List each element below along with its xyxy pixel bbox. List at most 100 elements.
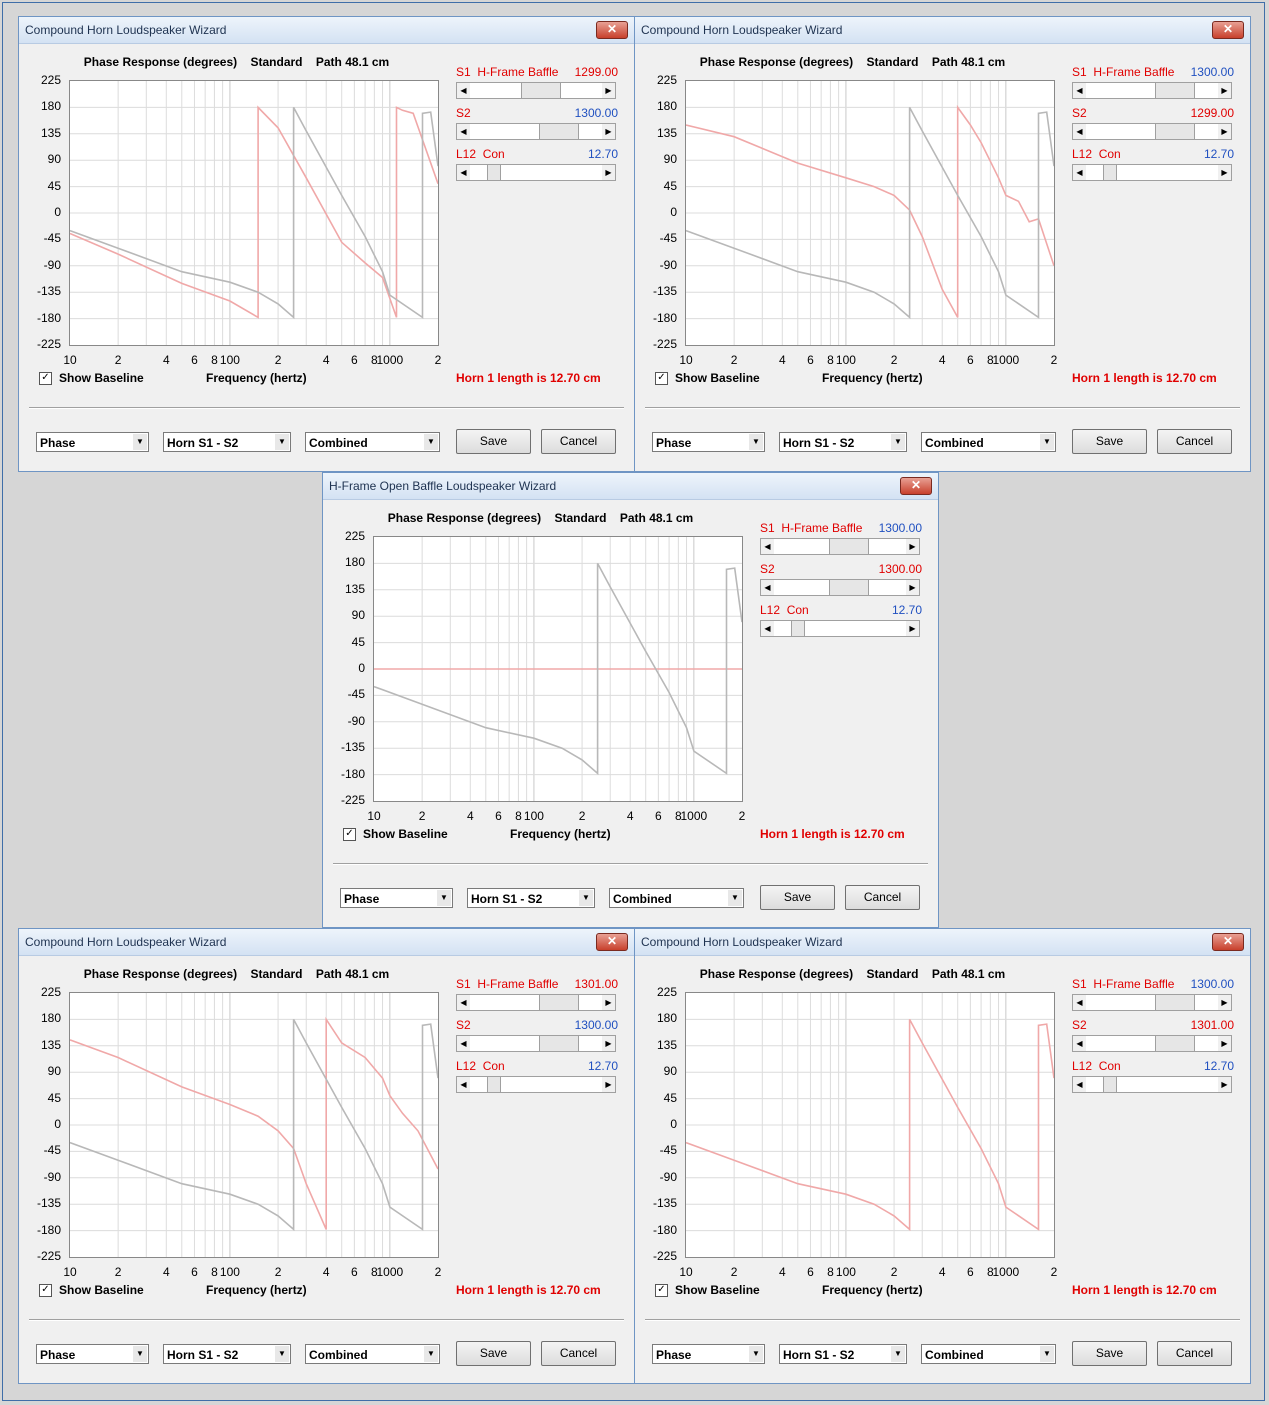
show-baseline-label[interactable]: Show Baseline — [675, 371, 760, 385]
cancel-button[interactable]: Cancel — [541, 1341, 616, 1366]
arrow-right-icon[interactable]: ▶ — [602, 995, 615, 1010]
s2-slider[interactable]: ◀ ▶ — [1072, 123, 1232, 140]
cancel-button[interactable]: Cancel — [1157, 429, 1232, 454]
chevron-down-icon[interactable]: ▼ — [1040, 434, 1054, 450]
arrow-right-icon[interactable]: ▶ — [1218, 165, 1231, 180]
arrow-right-icon[interactable]: ▶ — [602, 165, 615, 180]
arrow-right-icon[interactable]: ▶ — [1218, 995, 1231, 1010]
save-button[interactable]: Save — [456, 429, 531, 454]
chevron-down-icon[interactable]: ▼ — [437, 890, 451, 906]
close-button[interactable]: ✕ — [900, 477, 932, 495]
chevron-down-icon[interactable]: ▼ — [891, 1346, 905, 1362]
horn-dropdown[interactable]: Horn S1 - S2 ▼ — [163, 1344, 291, 1364]
s2-slider[interactable]: ◀ ▶ — [456, 123, 616, 140]
arrow-left-icon[interactable]: ◀ — [457, 165, 470, 180]
arrow-left-icon[interactable]: ◀ — [457, 83, 470, 98]
cancel-button[interactable]: Cancel — [1157, 1341, 1232, 1366]
s1-slider[interactable]: ◀ ▶ — [456, 994, 616, 1011]
slider-thumb[interactable] — [539, 1036, 579, 1051]
view-dropdown[interactable]: Phase ▼ — [340, 888, 453, 908]
l12-slider[interactable]: ◀ ▶ — [760, 620, 920, 637]
arrow-left-icon[interactable]: ◀ — [761, 580, 774, 595]
chevron-down-icon[interactable]: ▼ — [133, 1346, 147, 1362]
arrow-right-icon[interactable]: ▶ — [602, 1077, 615, 1092]
show-baseline-label[interactable]: Show Baseline — [675, 1283, 760, 1297]
l12-slider[interactable]: ◀ ▶ — [1072, 164, 1232, 181]
mode-dropdown[interactable]: Combined ▼ — [921, 1344, 1056, 1364]
view-dropdown[interactable]: Phase ▼ — [652, 432, 765, 452]
arrow-left-icon[interactable]: ◀ — [761, 621, 774, 636]
l12-slider[interactable]: ◀ ▶ — [1072, 1076, 1232, 1093]
chevron-down-icon[interactable]: ▼ — [749, 434, 763, 450]
slider-thumb[interactable] — [1155, 83, 1195, 98]
arrow-left-icon[interactable]: ◀ — [1073, 165, 1086, 180]
arrow-left-icon[interactable]: ◀ — [1073, 83, 1086, 98]
arrow-right-icon[interactable]: ▶ — [906, 621, 919, 636]
s1-slider[interactable]: ◀ ▶ — [1072, 82, 1232, 99]
horn-dropdown[interactable]: Horn S1 - S2 ▼ — [467, 888, 595, 908]
chevron-down-icon[interactable]: ▼ — [424, 1346, 438, 1362]
save-button[interactable]: Save — [760, 885, 835, 910]
arrow-left-icon[interactable]: ◀ — [1073, 1036, 1086, 1051]
slider-thumb[interactable] — [539, 995, 579, 1010]
show-baseline-checkbox[interactable]: ✓ — [655, 372, 668, 385]
arrow-right-icon[interactable]: ▶ — [1218, 1036, 1231, 1051]
arrow-right-icon[interactable]: ▶ — [906, 580, 919, 595]
view-dropdown[interactable]: Phase ▼ — [36, 1344, 149, 1364]
save-button[interactable]: Save — [456, 1341, 531, 1366]
s1-slider[interactable]: ◀ ▶ — [1072, 994, 1232, 1011]
close-button[interactable]: ✕ — [596, 21, 628, 39]
show-baseline-label[interactable]: Show Baseline — [59, 1283, 144, 1297]
s2-slider[interactable]: ◀ ▶ — [760, 579, 920, 596]
slider-thumb[interactable] — [520, 83, 561, 98]
arrow-right-icon[interactable]: ▶ — [1218, 124, 1231, 139]
chevron-down-icon[interactable]: ▼ — [891, 434, 905, 450]
chevron-down-icon[interactable]: ▼ — [579, 890, 593, 906]
slider-thumb[interactable] — [486, 1077, 501, 1092]
chevron-down-icon[interactable]: ▼ — [1040, 1346, 1054, 1362]
l12-slider[interactable]: ◀ ▶ — [456, 164, 616, 181]
horn-dropdown[interactable]: Horn S1 - S2 ▼ — [779, 1344, 907, 1364]
close-button[interactable]: ✕ — [1212, 21, 1244, 39]
view-dropdown[interactable]: Phase ▼ — [652, 1344, 765, 1364]
s2-slider[interactable]: ◀ ▶ — [456, 1035, 616, 1052]
arrow-left-icon[interactable]: ◀ — [1073, 1077, 1086, 1092]
arrow-right-icon[interactable]: ▶ — [1218, 1077, 1231, 1092]
slider-thumb[interactable] — [790, 621, 805, 636]
view-dropdown[interactable]: Phase ▼ — [36, 432, 149, 452]
arrow-right-icon[interactable]: ▶ — [906, 539, 919, 554]
arrow-right-icon[interactable]: ▶ — [1218, 83, 1231, 98]
chevron-down-icon[interactable]: ▼ — [133, 434, 147, 450]
slider-thumb[interactable] — [829, 580, 870, 595]
slider-thumb[interactable] — [829, 539, 870, 554]
show-baseline-checkbox[interactable]: ✓ — [39, 1284, 52, 1297]
arrow-left-icon[interactable]: ◀ — [457, 1036, 470, 1051]
chevron-down-icon[interactable]: ▼ — [728, 890, 742, 906]
chevron-down-icon[interactable]: ▼ — [749, 1346, 763, 1362]
arrow-left-icon[interactable]: ◀ — [457, 1077, 470, 1092]
arrow-left-icon[interactable]: ◀ — [761, 539, 774, 554]
slider-thumb[interactable] — [539, 124, 579, 139]
mode-dropdown[interactable]: Combined ▼ — [305, 1344, 440, 1364]
close-button[interactable]: ✕ — [596, 933, 628, 951]
slider-thumb[interactable] — [1155, 995, 1195, 1010]
slider-thumb[interactable] — [1102, 1077, 1117, 1092]
slider-thumb[interactable] — [486, 165, 501, 180]
arrow-left-icon[interactable]: ◀ — [1073, 995, 1086, 1010]
mode-dropdown[interactable]: Combined ▼ — [921, 432, 1056, 452]
show-baseline-checkbox[interactable]: ✓ — [343, 828, 356, 841]
show-baseline-label[interactable]: Show Baseline — [363, 827, 448, 841]
horn-dropdown[interactable]: Horn S1 - S2 ▼ — [779, 432, 907, 452]
slider-thumb[interactable] — [1155, 124, 1195, 139]
arrow-right-icon[interactable]: ▶ — [602, 1036, 615, 1051]
s1-slider[interactable]: ◀ ▶ — [760, 538, 920, 555]
l12-slider[interactable]: ◀ ▶ — [456, 1076, 616, 1093]
arrow-left-icon[interactable]: ◀ — [457, 995, 470, 1010]
arrow-right-icon[interactable]: ▶ — [602, 83, 615, 98]
save-button[interactable]: Save — [1072, 1341, 1147, 1366]
close-button[interactable]: ✕ — [1212, 933, 1244, 951]
chevron-down-icon[interactable]: ▼ — [275, 434, 289, 450]
horn-dropdown[interactable]: Horn S1 - S2 ▼ — [163, 432, 291, 452]
arrow-left-icon[interactable]: ◀ — [1073, 124, 1086, 139]
show-baseline-label[interactable]: Show Baseline — [59, 371, 144, 385]
